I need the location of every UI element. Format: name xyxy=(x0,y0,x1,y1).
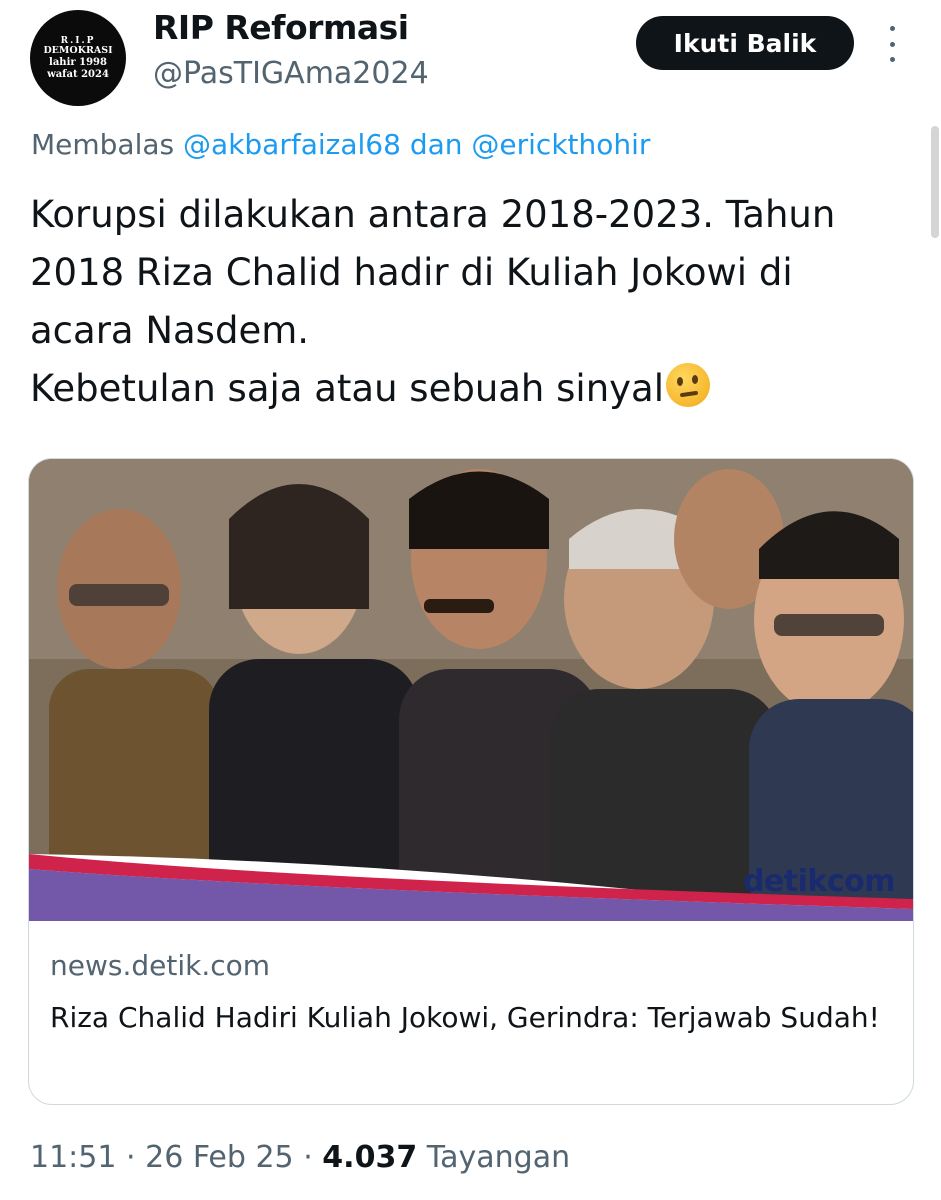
card-title[interactable]: Riza Chalid Hadiri Kuliah Jokowi, Gerind… xyxy=(50,997,900,1039)
user-handle[interactable]: @PasTIGAma2024 xyxy=(153,56,429,91)
avatar[interactable]: R.I.P DEMOKRASI lahir 1998 wafat 2024 xyxy=(30,10,126,106)
scrollbar[interactable] xyxy=(931,126,939,238)
meta-separator: · xyxy=(126,1140,136,1175)
display-name[interactable]: RIP Reformasi xyxy=(153,8,409,47)
mention-link[interactable]: @erickthohir xyxy=(471,128,650,161)
photo-illustration xyxy=(29,459,913,921)
tweet-line: acara Nasdem. xyxy=(30,309,310,352)
reply-joiner: dan xyxy=(409,128,463,161)
card-domain: news.detik.com xyxy=(50,949,271,982)
tweet-text: Korupsi dilakukan antara 2018-2023. Tahu… xyxy=(30,186,910,418)
reply-prefix: Membalas xyxy=(31,128,175,161)
tweet-date[interactable]: 26 Feb 25 xyxy=(145,1140,294,1175)
tweet-line: Korupsi dilakukan antara 2018-2023. Tahu… xyxy=(30,193,836,236)
follow-back-button[interactable]: Ikuti Balik xyxy=(636,16,854,70)
tweet-line-text: Kebetulan saja atau sebuah sinyal xyxy=(30,367,665,410)
link-preview-card[interactable]: detikcom news.detik.com Riza Chalid Hadi… xyxy=(28,458,914,1105)
tweet-line: 2018 Riza Chalid hadir di Kuliah Jokowi … xyxy=(30,251,793,294)
avatar-text-line: lahir 1998 xyxy=(49,57,107,69)
news-photo[interactable]: detikcom xyxy=(29,459,913,921)
more-vertical-icon[interactable] xyxy=(882,26,902,62)
tweet-line-last: Kebetulan saja atau sebuah sinyal xyxy=(30,360,910,418)
avatar-text-line: DEMOKRASI xyxy=(43,45,113,57)
mention-link[interactable]: @akbarfaizal68 xyxy=(183,128,401,161)
tweet-meta: 11:51 · 26 Feb 25 · 4.037 Tayangan xyxy=(30,1140,570,1175)
reply-context: Membalas @akbarfaizal68 dan @erickthohir xyxy=(31,128,650,161)
detik-watermark: detikcom xyxy=(742,864,896,899)
views-label: Tayangan xyxy=(426,1140,571,1175)
views-count: 4.037 xyxy=(322,1140,418,1175)
thinking-face-icon xyxy=(666,363,711,407)
avatar-text-line: wafat 2024 xyxy=(47,68,109,80)
meta-separator: · xyxy=(303,1140,313,1175)
tweet-time[interactable]: 11:51 xyxy=(30,1140,116,1175)
